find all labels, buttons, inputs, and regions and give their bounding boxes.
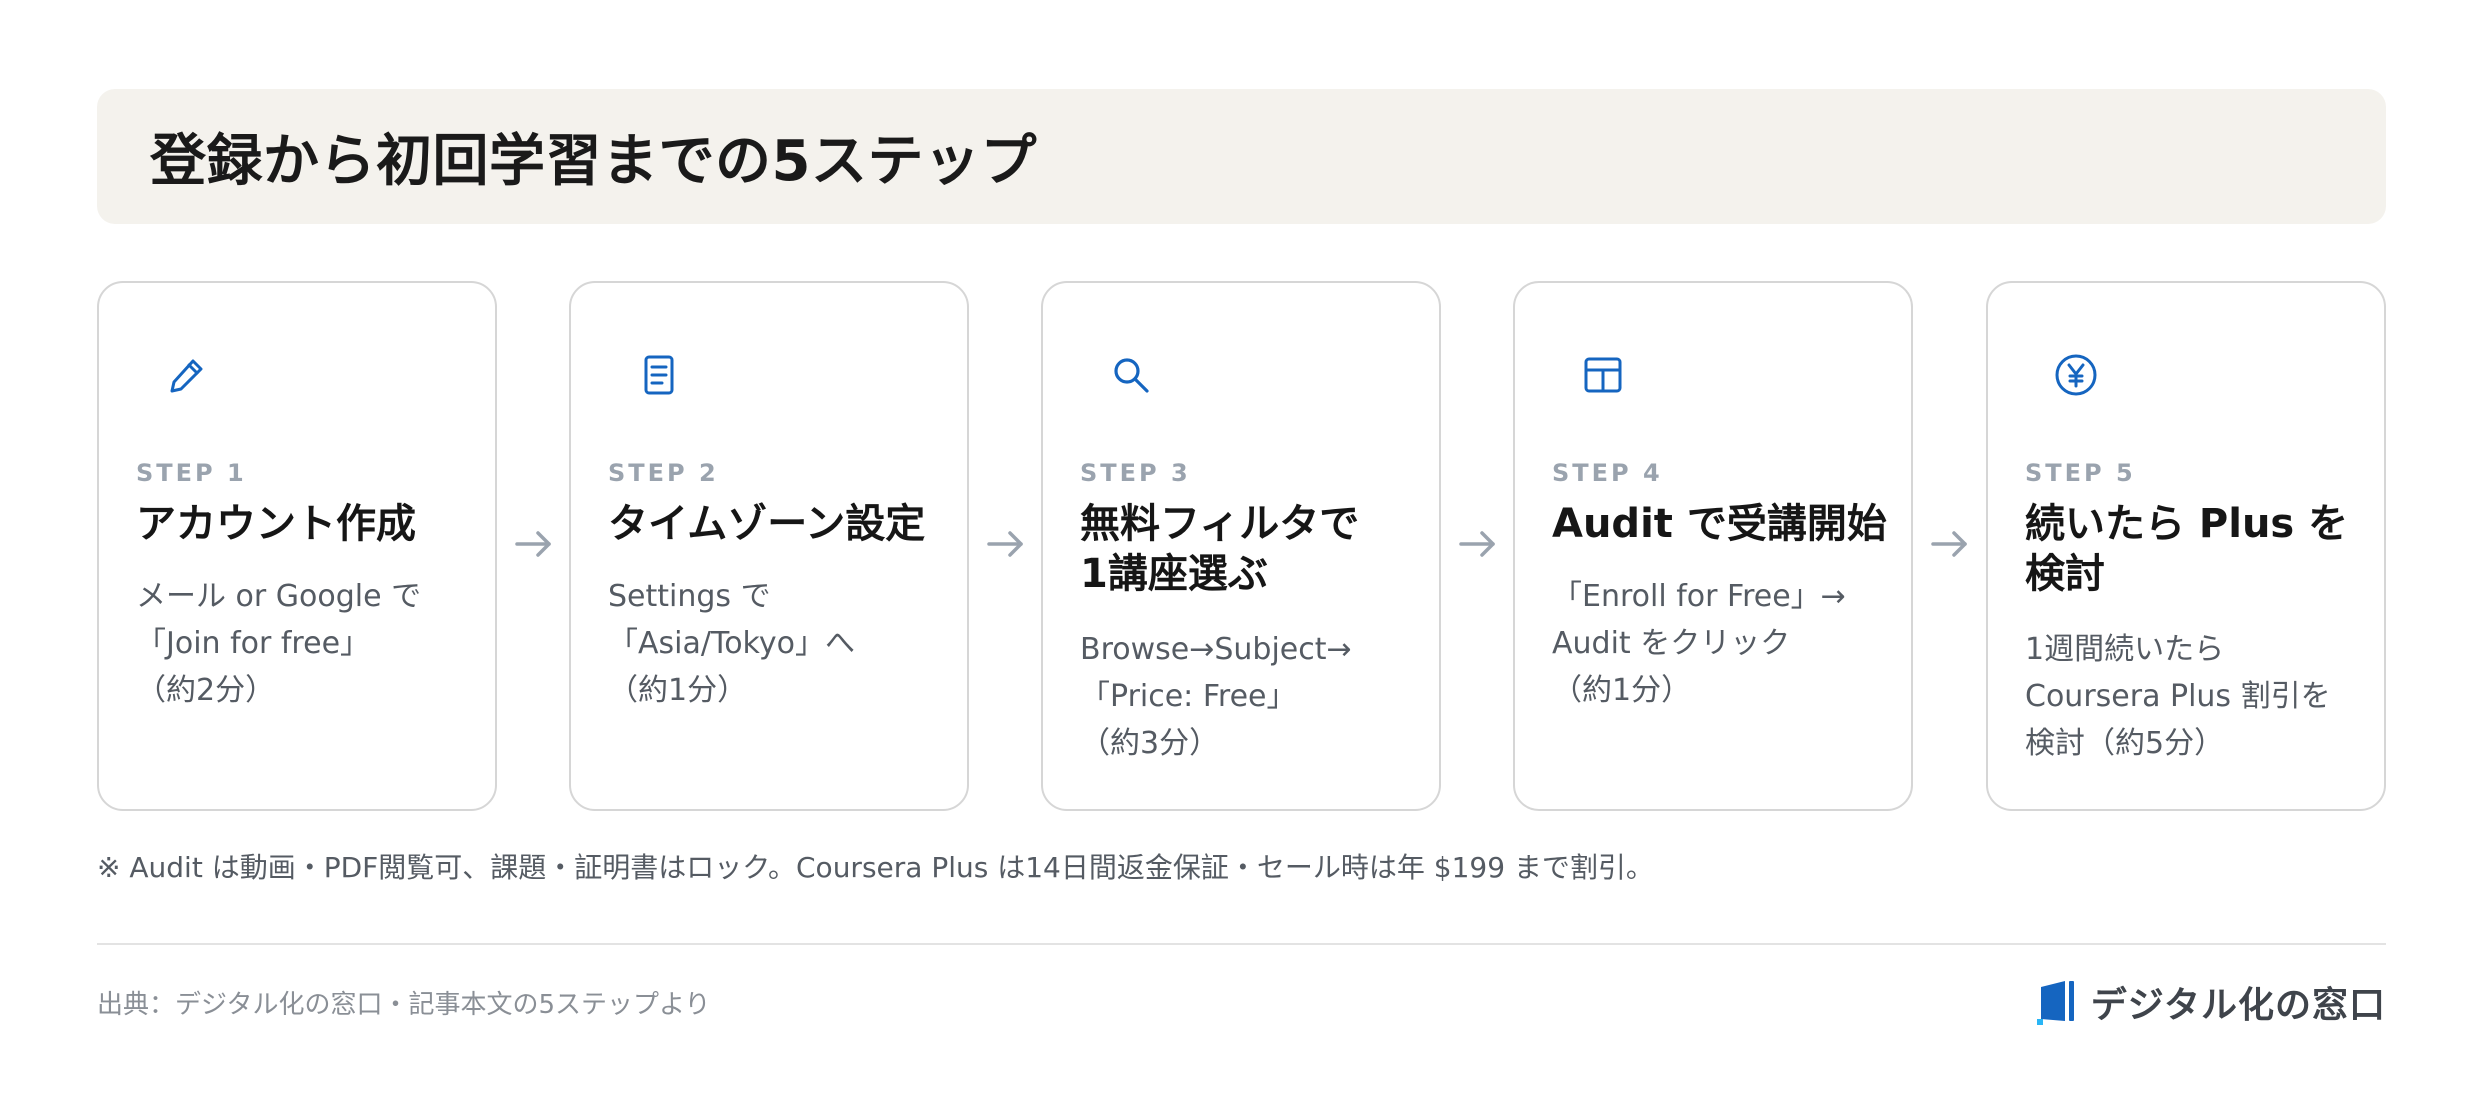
page-title: 登録から初回学習までの5ステップ [150, 129, 1037, 194]
footnote: ※ Audit は動画・PDF閲覧可、課題・証明書はロック。Coursera P… [97, 851, 1654, 884]
step-description: 1週間続いたら Coursera Plus 割引を 検討（約5分） [2025, 632, 2331, 761]
arrow-right-icon [1927, 521, 1973, 567]
arrow-right-icon [983, 521, 1029, 567]
step-description: Settings で 「Asia/Tokyo」へ （約1分） [608, 579, 855, 708]
step-card-1: STEP 1 アカウント作成 メール or Google で 「Join for… [97, 281, 497, 811]
step-description: メール or Google で 「Join for free」 （約2分） [136, 579, 422, 708]
step-label: STEP 1 [136, 459, 247, 487]
step-card-3: STEP 3 無料フィルタで 1講座選ぶ Browse→Subject→ 「Pr… [1041, 281, 1441, 811]
divider [97, 943, 2386, 945]
arrow-right-icon [1455, 521, 1501, 567]
search-icon [1107, 351, 1155, 399]
step-description: 「Enroll for Free」→ Audit をクリック （約1分） [1552, 579, 1846, 708]
step-label: STEP 3 [1080, 459, 1191, 487]
brand-name: デジタル化の窓口 [2090, 985, 2386, 1026]
arrow-right-icon [511, 521, 557, 567]
yen-icon [2052, 351, 2100, 399]
step-title: 続いたら Plus を 検討 [2025, 501, 2349, 597]
step-card-4: STEP 4 Audit で受講開始 「Enroll for Free」→ Au… [1513, 281, 1913, 811]
title-banner: 登録から初回学習までの5ステップ [97, 89, 2386, 224]
step-card-2: STEP 2 タイムゾーン設定 Settings で 「Asia/Tokyo」へ… [569, 281, 969, 811]
page: 登録から初回学習までの5ステップ STEP 1 アカウント作成 メール or G… [0, 0, 2480, 1116]
window-logo-icon [2036, 979, 2077, 1025]
step-description: Browse→Subject→ 「Price: Free」 （約3分） [1080, 632, 1352, 761]
layout-grid-icon [1579, 351, 1627, 399]
document-icon [635, 351, 683, 399]
step-label: STEP 4 [1552, 459, 1663, 487]
step-title: タイムゾーン設定 [608, 501, 926, 547]
step-title: アカウント作成 [136, 501, 416, 547]
step-title: 無料フィルタで 1講座選ぶ [1080, 501, 1360, 597]
step-title: Audit で受講開始 [1552, 501, 1887, 547]
step-card-5: STEP 5 続いたら Plus を 検討 1週間続いたら Coursera P… [1986, 281, 2386, 811]
steps-row: STEP 1 アカウント作成 メール or Google で 「Join for… [97, 281, 2386, 811]
step-label: STEP 5 [2025, 459, 2136, 487]
step-label: STEP 2 [608, 459, 719, 487]
source-credit: 出典：デジタル化の窓口・記事本文の5ステップより [97, 990, 711, 1020]
brand-logo: デジタル化の窓口 [2036, 976, 2386, 1028]
pencil-icon [163, 351, 211, 399]
